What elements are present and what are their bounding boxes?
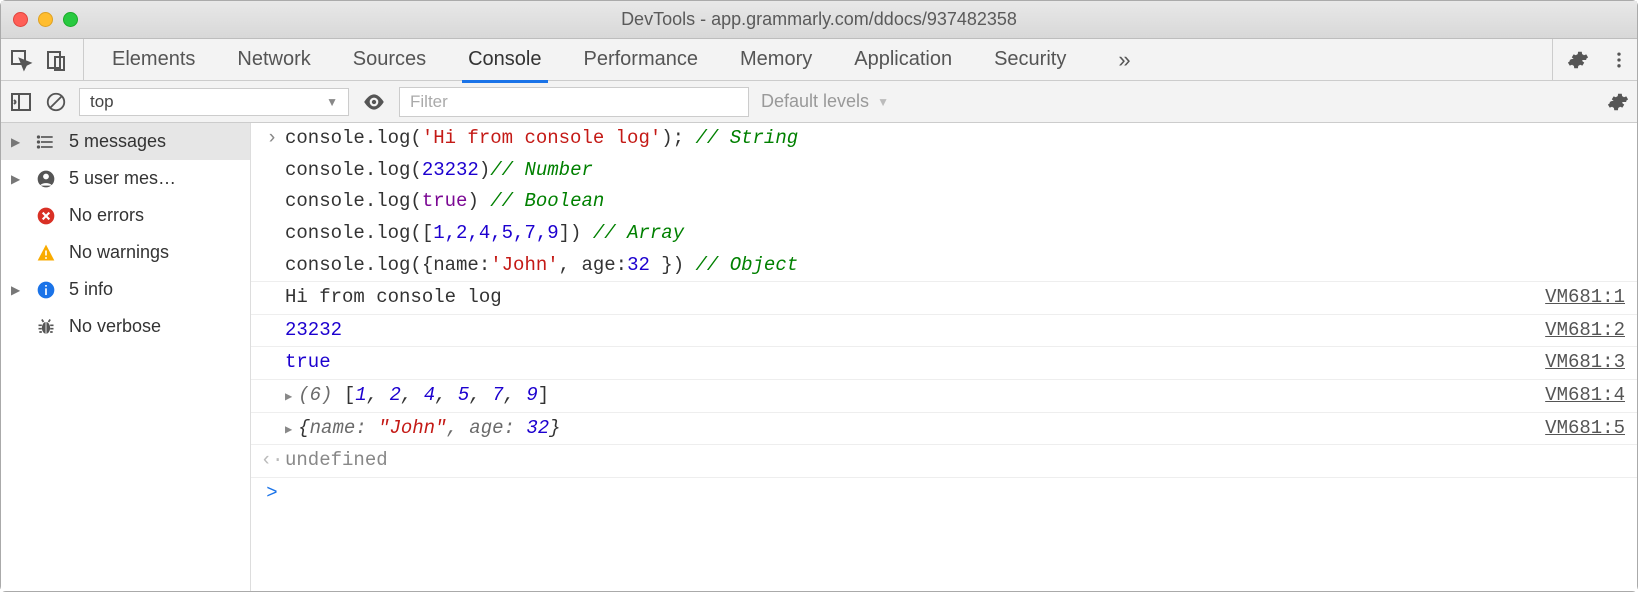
devtools-tabbar: Elements Network Sources Console Perform…	[1, 39, 1637, 81]
maximize-window-button[interactable]	[63, 12, 78, 27]
console-settings-icon[interactable]	[1607, 91, 1629, 113]
settings-icon[interactable]	[1567, 49, 1589, 71]
inspect-element-icon[interactable]	[9, 48, 33, 72]
close-window-button[interactable]	[13, 12, 28, 27]
expand-icon: ▶	[11, 135, 23, 149]
tab-elements[interactable]: Elements	[112, 40, 195, 79]
filter-input[interactable]	[399, 87, 749, 117]
console-result-text: undefined	[285, 448, 1625, 474]
console-output-number: 23232	[285, 318, 1525, 344]
chevron-down-icon: ▼	[877, 95, 889, 109]
console-prompt-row[interactable]: >	[251, 478, 1637, 510]
console-output-boolean: true	[285, 350, 1525, 376]
expand-icon: ▶	[11, 283, 23, 297]
clear-console-icon[interactable]	[45, 91, 67, 113]
console-prompt-input[interactable]	[285, 481, 1625, 507]
list-icon	[35, 132, 57, 152]
sidebar-item-label: No errors	[69, 205, 240, 226]
sidebar-item-label: 5 messages	[69, 131, 240, 152]
result-icon: ‹·	[259, 448, 285, 474]
console-sidebar: ▶ 5 messages ▶ 5 user mes… No errors	[1, 123, 251, 591]
window-controls	[13, 12, 78, 27]
console-input-line: console.log('Hi from console log'); // S…	[285, 126, 1625, 152]
console-body[interactable]: › console.log('Hi from console log'); //…	[251, 123, 1637, 591]
console-input-row: console.log({name:'John', age:32 }) // O…	[251, 250, 1637, 283]
sidebar-item-info[interactable]: ▶ 5 info	[1, 271, 250, 308]
log-levels-select[interactable]: Default levels ▼	[761, 91, 889, 112]
console-output-object: ▶{name: "John", age: 32}	[285, 416, 1525, 442]
error-icon	[35, 206, 57, 226]
source-link[interactable]: VM681:3	[1545, 350, 1625, 376]
sidebar-item-label: 5 info	[69, 279, 240, 300]
devtools-tabs: Elements Network Sources Console Perform…	[112, 40, 1552, 79]
window-title: DevTools - app.grammarly.com/ddocs/93748…	[1, 9, 1637, 30]
device-toolbar-icon[interactable]	[45, 48, 69, 72]
sidebar-item-label: No verbose	[69, 316, 240, 337]
tabs-overflow-button[interactable]: »	[1108, 47, 1140, 73]
window-titlebar: DevTools - app.grammarly.com/ddocs/93748…	[1, 1, 1637, 39]
expand-icon[interactable]: ▶	[285, 423, 292, 437]
tab-security[interactable]: Security	[994, 40, 1066, 79]
sidebar-item-label: 5 user mes…	[69, 168, 240, 189]
source-link[interactable]: VM681:4	[1545, 383, 1625, 409]
console-input-line: console.log(23232)// Number	[285, 158, 1625, 184]
console-input-line: console.log(true) // Boolean	[285, 189, 1625, 215]
console-input-row: console.log(23232)// Number	[251, 155, 1637, 187]
tab-performance[interactable]: Performance	[584, 40, 699, 79]
bug-icon	[35, 317, 57, 337]
console-output-text: Hi from console log	[285, 285, 1525, 311]
console-result-row: ‹· undefined	[251, 445, 1637, 478]
console-output-row: 23232 VM681:2	[251, 315, 1637, 348]
chevron-down-icon: ▼	[326, 95, 338, 109]
console-output-row[interactable]: ▶{name: "John", age: 32} VM681:5	[251, 413, 1637, 446]
tab-network[interactable]: Network	[237, 40, 310, 79]
sidebar-item-warnings[interactable]: No warnings	[1, 234, 250, 271]
info-icon	[35, 280, 57, 300]
expand-icon[interactable]: ▶	[285, 390, 292, 404]
sidebar-item-user-messages[interactable]: ▶ 5 user mes…	[1, 160, 250, 197]
toggle-sidebar-icon[interactable]	[9, 90, 33, 114]
sidebar-item-messages[interactable]: ▶ 5 messages	[1, 123, 250, 160]
console-output-row: true VM681:3	[251, 347, 1637, 380]
live-expression-icon[interactable]	[361, 89, 387, 115]
console-output-array: ▶(6) [1, 2, 4, 5, 7, 9]	[285, 383, 1525, 409]
source-link[interactable]: VM681:1	[1545, 285, 1625, 311]
tab-application[interactable]: Application	[854, 40, 952, 79]
source-link[interactable]: VM681:5	[1545, 416, 1625, 442]
minimize-window-button[interactable]	[38, 12, 53, 27]
console-input-row: console.log(true) // Boolean	[251, 186, 1637, 218]
console-input-line: console.log({name:'John', age:32 }) // O…	[285, 253, 1625, 279]
execution-context-label: top	[90, 92, 114, 112]
console-input-row: › console.log('Hi from console log'); //…	[251, 123, 1637, 155]
execution-context-select[interactable]: top ▼	[79, 88, 349, 116]
console-output-row: Hi from console log VM681:1	[251, 282, 1637, 315]
console-input-row: console.log([1,2,4,5,7,9]) // Array	[251, 218, 1637, 250]
prompt-icon: >	[259, 481, 285, 507]
warning-icon	[35, 243, 57, 263]
tab-memory[interactable]: Memory	[740, 40, 812, 79]
expand-icon: ▶	[11, 172, 23, 186]
log-levels-label: Default levels	[761, 91, 869, 112]
user-icon	[35, 169, 57, 189]
tab-console[interactable]: Console	[468, 40, 541, 79]
kebab-menu-icon[interactable]	[1609, 50, 1629, 70]
prompt-icon: ›	[259, 126, 285, 152]
console-output-row[interactable]: ▶(6) [1, 2, 4, 5, 7, 9] VM681:4	[251, 380, 1637, 413]
sidebar-item-label: No warnings	[69, 242, 240, 263]
sidebar-item-verbose[interactable]: No verbose	[1, 308, 250, 345]
console-toolbar: top ▼ Default levels ▼	[1, 81, 1637, 123]
console-input-line: console.log([1,2,4,5,7,9]) // Array	[285, 221, 1625, 247]
sidebar-item-errors[interactable]: No errors	[1, 197, 250, 234]
source-link[interactable]: VM681:2	[1545, 318, 1625, 344]
tab-sources[interactable]: Sources	[353, 40, 426, 79]
